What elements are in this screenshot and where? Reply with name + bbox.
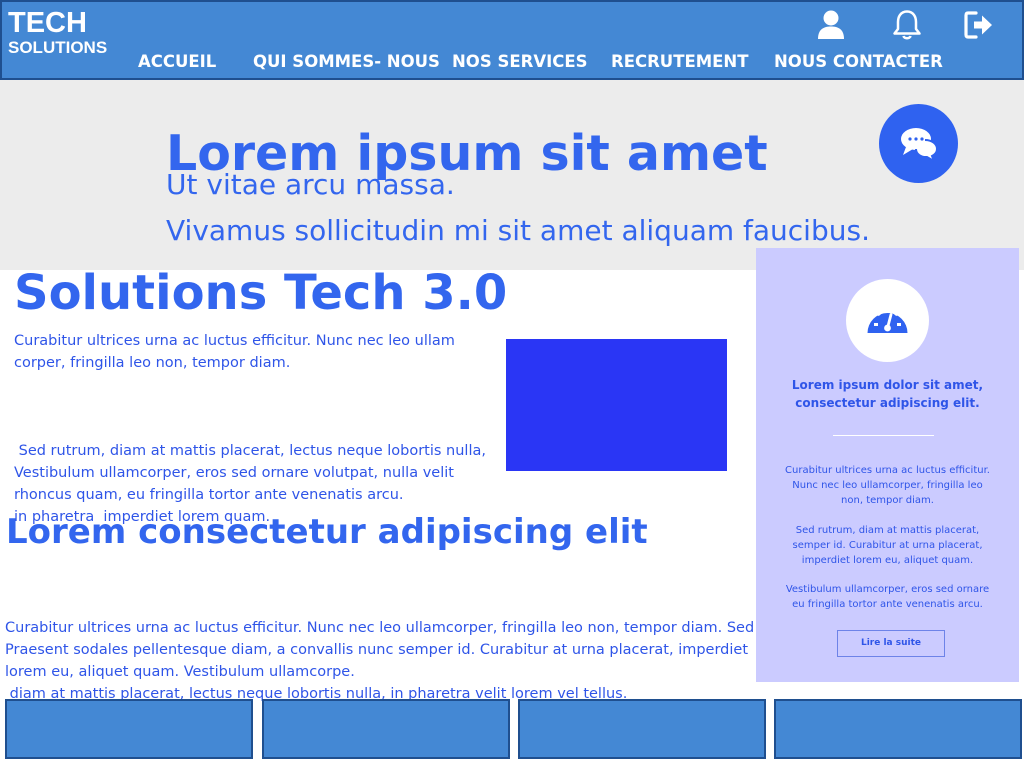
logo-subtitle[interactable]: SOLUTIONS — [8, 38, 107, 58]
sidebar-heading-line2: consectetur adipiscing elit. — [795, 396, 980, 410]
sidebar-heading-line1: Lorem ipsum dolor sit amet, — [791, 378, 984, 392]
footer-box-1[interactable] — [5, 699, 253, 759]
sidebar-card: Lorem ipsum dolor sit amet, consectetur … — [756, 248, 1019, 682]
logo-title[interactable]: TECH — [8, 6, 87, 40]
sidebar-text-2-line3: imperdiet lorem eu, aliquet quam. — [801, 555, 974, 566]
sidebar-text-3-line2: eu fringilla tortor ante venenatis arcu. — [792, 599, 983, 610]
hero-banner: Lorem ipsum sit amet Ut vitae arcu massa… — [0, 80, 1024, 270]
bell-icon[interactable] — [890, 8, 924, 42]
sidebar-heading: Lorem ipsum dolor sit amet, consectetur … — [756, 376, 1019, 412]
paragraph-1: Curabitur ultrices urna ac luctus effici… — [14, 330, 455, 374]
paragraph-2-line1: Sed rutrum, diam at mattis placerat, lec… — [14, 443, 486, 459]
paragraph-4-line1: Curabitur ultrices urna ac luctus effici… — [5, 620, 764, 636]
logout-icon[interactable] — [962, 8, 996, 42]
sidebar-text-2-line2: semper id. Curabitur at urna placerat, — [792, 540, 983, 551]
read-more-button[interactable]: Lire la suite — [837, 630, 945, 657]
sidebar-divider — [833, 435, 934, 436]
footer-box-3[interactable] — [518, 699, 766, 759]
paragraph-3-line1: Vestibulum ullamcorper, eros sed ornare … — [14, 465, 454, 481]
chat-bubbles-icon — [901, 128, 939, 162]
nav-qui-sommes-nous[interactable]: QUI SOMMES- NOUS — [253, 51, 440, 73]
nav-nous-contacter[interactable]: NOUS CONTACTER — [774, 51, 943, 73]
sidebar-text-3-line1: Vestibulum ullamcorper, eros sed ornare — [785, 584, 990, 595]
section-title: Lorem consectetur adipiscing elit — [6, 512, 648, 552]
nav-accueil[interactable]: ACCUEIL — [138, 51, 216, 73]
paragraph-3-line2: rhoncus quam, eu fringilla tortor ante v… — [14, 487, 404, 503]
paragraph-5-line1: Praesent sodales pellentesque diam, a co… — [5, 642, 749, 658]
sidebar-text-1: Curabitur ultrices urna ac luctus effici… — [756, 463, 1019, 508]
sidebar-text-1-line3: non, tempor diam. — [841, 495, 934, 506]
chat-button[interactable] — [879, 104, 958, 183]
sidebar-text-1-line2: Nunc nec leo ullamcorper, fringilla leo — [792, 480, 983, 491]
image-placeholder — [506, 339, 727, 471]
sidebar-text-2: Sed rutrum, diam at mattis placerat, sem… — [756, 523, 1019, 568]
paragraph-1-line2: corper, fringilla leo non, tempor diam. — [14, 355, 291, 371]
paragraph-1-line1: Curabitur ultrices urna ac luctus effici… — [14, 333, 455, 349]
sidebar-icon-circle — [846, 279, 929, 362]
main-title: Solutions Tech 3.0 — [14, 265, 508, 321]
sidebar-text-1-line1: Curabitur ultrices urna ac luctus effici… — [785, 465, 990, 476]
speedometer-icon — [867, 305, 908, 333]
paragraph-3: Vestibulum ullamcorper, eros sed ornare … — [14, 462, 454, 506]
paragraph-5: Praesent sodales pellentesque diam, a co… — [5, 639, 748, 683]
sidebar-text-3: Vestibulum ullamcorper, eros sed ornare … — [756, 582, 1019, 612]
hero-subtitle-line2: Vivamus sollicitudin mi sit amet aliquam… — [166, 214, 870, 247]
top-navbar: TECH SOLUTIONS ACCUEIL QUI SOMMES- NOUS … — [0, 0, 1024, 80]
hero-subtitle-line1: Ut vitae arcu massa. — [166, 168, 455, 201]
nav-nos-services[interactable]: NOS SERVICES — [452, 51, 588, 73]
footer-box-4[interactable] — [774, 699, 1022, 759]
nav-recrutement[interactable]: RECRUTEMENT — [611, 51, 748, 73]
paragraph-5-line2: lorem eu, aliquet quam. Vestibulum ullam… — [5, 664, 355, 680]
footer-box-2[interactable] — [262, 699, 510, 759]
sidebar-text-2-line1: Sed rutrum, diam at mattis placerat, — [795, 525, 980, 536]
user-icon[interactable] — [814, 8, 848, 42]
